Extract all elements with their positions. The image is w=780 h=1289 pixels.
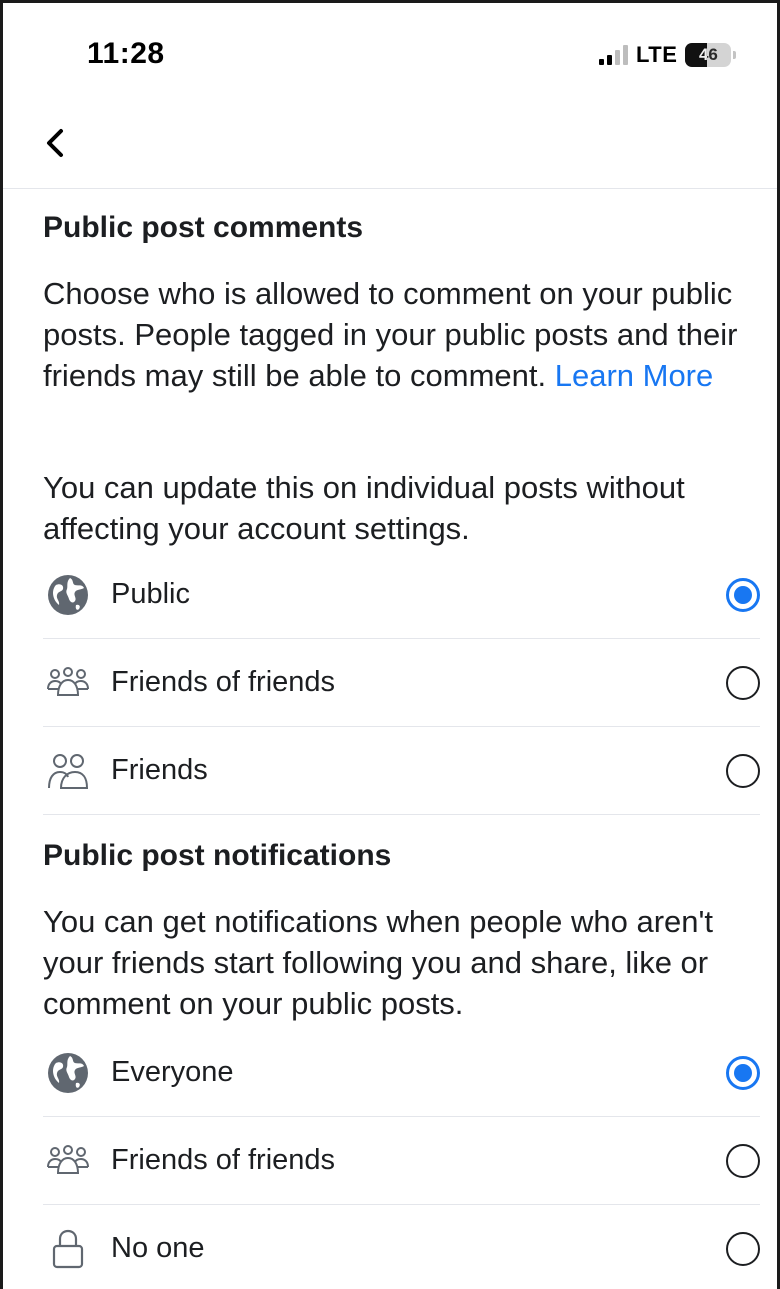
radio-unselected[interactable] <box>726 1231 760 1266</box>
status-bar: 11:28 LTE 46 <box>3 3 777 103</box>
battery-cap <box>733 51 737 59</box>
option-label: Everyone <box>111 1056 234 1088</box>
option-comments-public[interactable]: Public <box>43 551 760 639</box>
phone-screen: 11:28 LTE 46 Public post comments Choose… <box>0 0 780 1289</box>
section-title-notifications: Public post notifications <box>43 839 392 872</box>
radio-unselected[interactable] <box>726 665 760 700</box>
battery-icon: 46 <box>685 43 732 67</box>
option-notifications-everyone[interactable]: Everyone <box>43 1029 760 1117</box>
section-title-comments: Public post comments <box>43 211 364 244</box>
option-label: Friends of friends <box>111 666 336 698</box>
notifications-description: You can get notifications when people wh… <box>43 904 714 1021</box>
friends-of-friends-icon <box>43 658 93 708</box>
globe-icon <box>43 570 93 620</box>
option-label: Friends <box>111 754 208 786</box>
nav-bar <box>3 103 777 189</box>
signal-icon <box>599 45 628 65</box>
learn-more-link[interactable]: Learn More <box>555 358 714 393</box>
option-comments-friends-of-friends[interactable]: Friends of friends <box>43 639 760 727</box>
comments-note: You can update this on individual posts … <box>43 470 685 546</box>
option-notifications-no-one[interactable]: No one <box>43 1205 760 1289</box>
radio-unselected[interactable] <box>726 1143 760 1178</box>
option-notifications-friends-of-friends[interactable]: Friends of friends <box>43 1117 760 1205</box>
globe-icon <box>43 1048 93 1098</box>
option-label: Friends of friends <box>111 1144 336 1176</box>
friends-icon <box>43 746 93 796</box>
radio-unselected[interactable] <box>726 753 760 788</box>
option-comments-friends[interactable]: Friends <box>43 727 760 815</box>
radio-selected[interactable] <box>726 1055 760 1090</box>
radio-selected[interactable] <box>726 577 760 612</box>
back-button[interactable] <box>33 121 77 165</box>
status-time: 11:28 <box>87 37 165 70</box>
chevron-left-icon <box>47 129 63 157</box>
battery-level: 46 <box>698 45 718 64</box>
status-indicators: LTE 46 <box>599 40 737 70</box>
network-type: LTE <box>636 42 678 67</box>
lock-icon <box>43 1224 93 1274</box>
friends-of-friends-icon <box>43 1136 93 1186</box>
option-label: Public <box>111 578 190 610</box>
option-label: No one <box>111 1232 205 1264</box>
comments-description: Choose who is allowed to comment on your… <box>43 273 743 396</box>
